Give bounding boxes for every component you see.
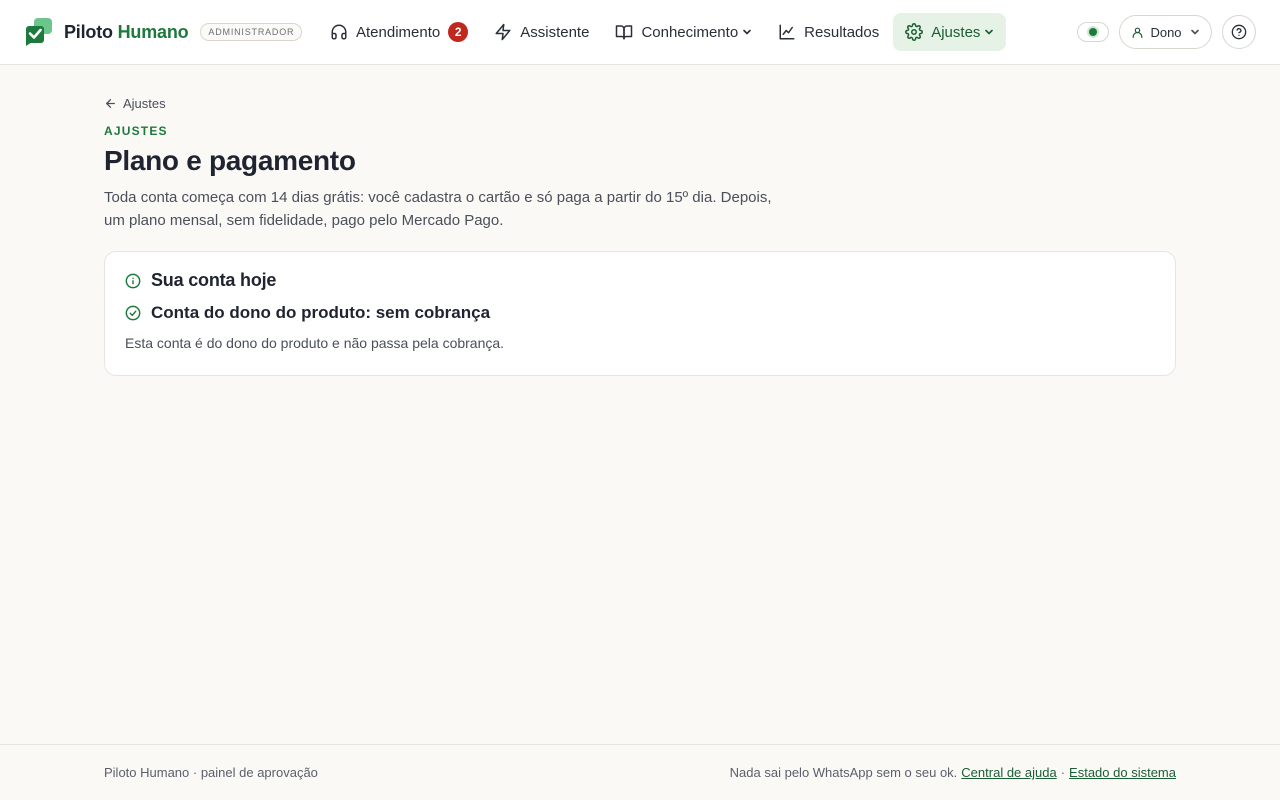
lightning-icon	[495, 23, 511, 41]
footer-links: Nada sai pelo WhatsApp sem o seu ok. Cen…	[730, 765, 1176, 780]
nav-label: Ajustes	[931, 23, 981, 41]
nav-label: Atendimento	[356, 23, 441, 41]
page-footer: Piloto Humano · painel de aprovação Nada…	[0, 744, 1280, 800]
nav-item-resultados[interactable]: Resultados	[766, 13, 891, 51]
brand[interactable]: Piloto Humano ADMINISTRADOR	[26, 18, 303, 46]
chevron-down-icon	[1190, 29, 1199, 35]
user-menu-label: Dono	[1150, 24, 1182, 40]
system-status-link[interactable]: Estado do sistema	[1069, 765, 1176, 780]
page-description: Toda conta começa com 14 dias grátis: vo…	[104, 189, 772, 229]
user-menu-button[interactable]: Dono	[1119, 15, 1212, 49]
section-eyebrow: AJUSTES	[104, 124, 168, 138]
footer-separator: ·	[1060, 765, 1066, 780]
card-title: Sua conta hoje	[151, 270, 277, 290]
help-circle-icon	[1231, 24, 1247, 40]
back-link[interactable]: Ajustes	[104, 94, 1176, 112]
headset-icon	[331, 24, 347, 40]
gear-icon	[905, 23, 924, 41]
brand-name: Piloto Humano	[64, 21, 189, 42]
notification-badge: 2	[448, 22, 469, 42]
card-status-row: Conta do dono do produto: sem cobrança	[125, 303, 1155, 323]
nav-label: Conhecimento	[641, 23, 739, 41]
nav-item-ajustes[interactable]: Ajustes	[893, 13, 1007, 51]
info-icon	[125, 273, 141, 288]
chevron-down-icon	[743, 29, 751, 35]
arrow-left-icon	[106, 98, 115, 108]
online-status-toggle[interactable]	[1077, 22, 1109, 42]
footer-notice: Nada sai pelo WhatsApp sem o seu ok.	[729, 765, 958, 780]
top-bar: Piloto Humano ADMINISTRADOR Atendimento …	[0, 0, 1280, 65]
page-title: Plano e pagamento	[104, 145, 356, 176]
nav-label: Assistente	[520, 23, 590, 41]
chart-line-icon	[779, 24, 795, 40]
nav-item-conhecimento[interactable]: Conhecimento	[603, 13, 764, 51]
chevron-down-icon	[985, 29, 994, 35]
nav-item-assistente[interactable]: Assistente	[482, 13, 601, 51]
account-status-note: Esta conta é do dono do produto e não pa…	[125, 335, 505, 351]
help-button[interactable]	[1222, 15, 1256, 49]
back-link-label: Ajustes	[123, 95, 166, 111]
role-badge: ADMINISTRADOR	[200, 23, 303, 41]
logo-icon	[26, 18, 52, 46]
footer-tagline: Piloto Humano · painel de aprovação	[104, 765, 318, 780]
status-dot	[1089, 28, 1097, 36]
account-status-text: Conta do dono do produto: sem cobrança	[151, 303, 491, 322]
help-center-link[interactable]: Central de ajuda	[961, 765, 1056, 780]
check-circle-icon	[125, 305, 141, 321]
nav-item-atendimento[interactable]: Atendimento 2	[318, 13, 480, 51]
main-nav: Atendimento 2 Assistente Conhecimento Re…	[318, 13, 1008, 51]
user-icon	[1133, 27, 1143, 38]
nav-label: Resultados	[804, 23, 880, 41]
main-content: Ajustes AJUSTES Plano e pagamento Toda c…	[104, 94, 1176, 376]
book-icon	[616, 25, 633, 40]
account-status-card: Sua conta hoje Conta do dono do produto:…	[104, 251, 1176, 376]
card-header: Sua conta hoje	[125, 270, 1155, 291]
